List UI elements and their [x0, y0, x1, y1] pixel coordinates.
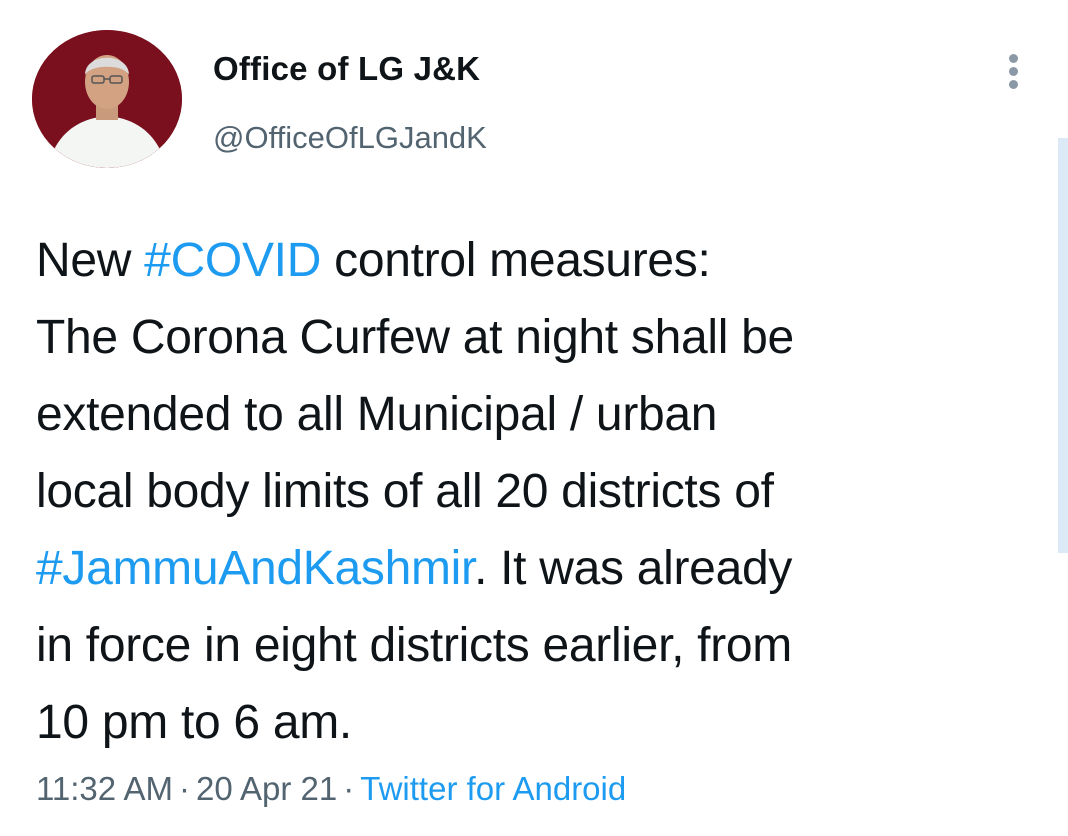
tweet-text-segment: New	[36, 234, 145, 287]
tweet-card: Office of LG J&K @OfficeOfLGJandK New #C…	[0, 0, 1068, 836]
hashtag-covid-link[interactable]: #COVID	[144, 234, 321, 287]
tweet-text-segment: The Corona Curfew at night shall be	[36, 311, 794, 364]
author-avatar[interactable]	[32, 30, 182, 168]
tweet-text-segment: 10 pm to 6 am.	[36, 696, 352, 749]
more-options-button[interactable]	[1000, 52, 1028, 92]
tweet-text: New #COVID control measures: The Corona …	[36, 222, 1036, 761]
scrollbar[interactable]	[1058, 138, 1068, 553]
hashtag-jammuandkashmir-link[interactable]: #JammuAndKashmir	[36, 542, 474, 595]
tweet-source-link[interactable]: Twitter for Android	[360, 770, 626, 807]
author-handle[interactable]: @OfficeOfLGJandK	[213, 120, 487, 156]
tweet-time[interactable]: 11:32 AM	[36, 770, 173, 807]
tweet-date[interactable]: 20 Apr 21	[196, 770, 337, 807]
more-vertical-icon-dot	[1009, 80, 1018, 89]
tweet-text-segment: . It was already	[474, 542, 793, 595]
tweet-meta: 11:32 AM · 20 Apr 21 · Twitter for Android	[36, 770, 626, 808]
profile-photo-icon	[32, 30, 182, 168]
tweet-text-segment: in force in eight districts earlier, fro…	[36, 619, 792, 672]
meta-separator: ·	[343, 770, 355, 807]
tweet-text-segment: local body limits of all 20 districts of	[36, 465, 774, 518]
tweet-text-segment: control measures:	[321, 234, 711, 287]
more-vertical-icon	[1009, 54, 1018, 63]
more-vertical-icon-dot	[1009, 67, 1018, 76]
meta-separator: ·	[178, 770, 190, 807]
tweet-text-segment: extended to all Municipal / urban	[36, 388, 718, 441]
author-display-name[interactable]: Office of LG J&K	[213, 50, 480, 88]
